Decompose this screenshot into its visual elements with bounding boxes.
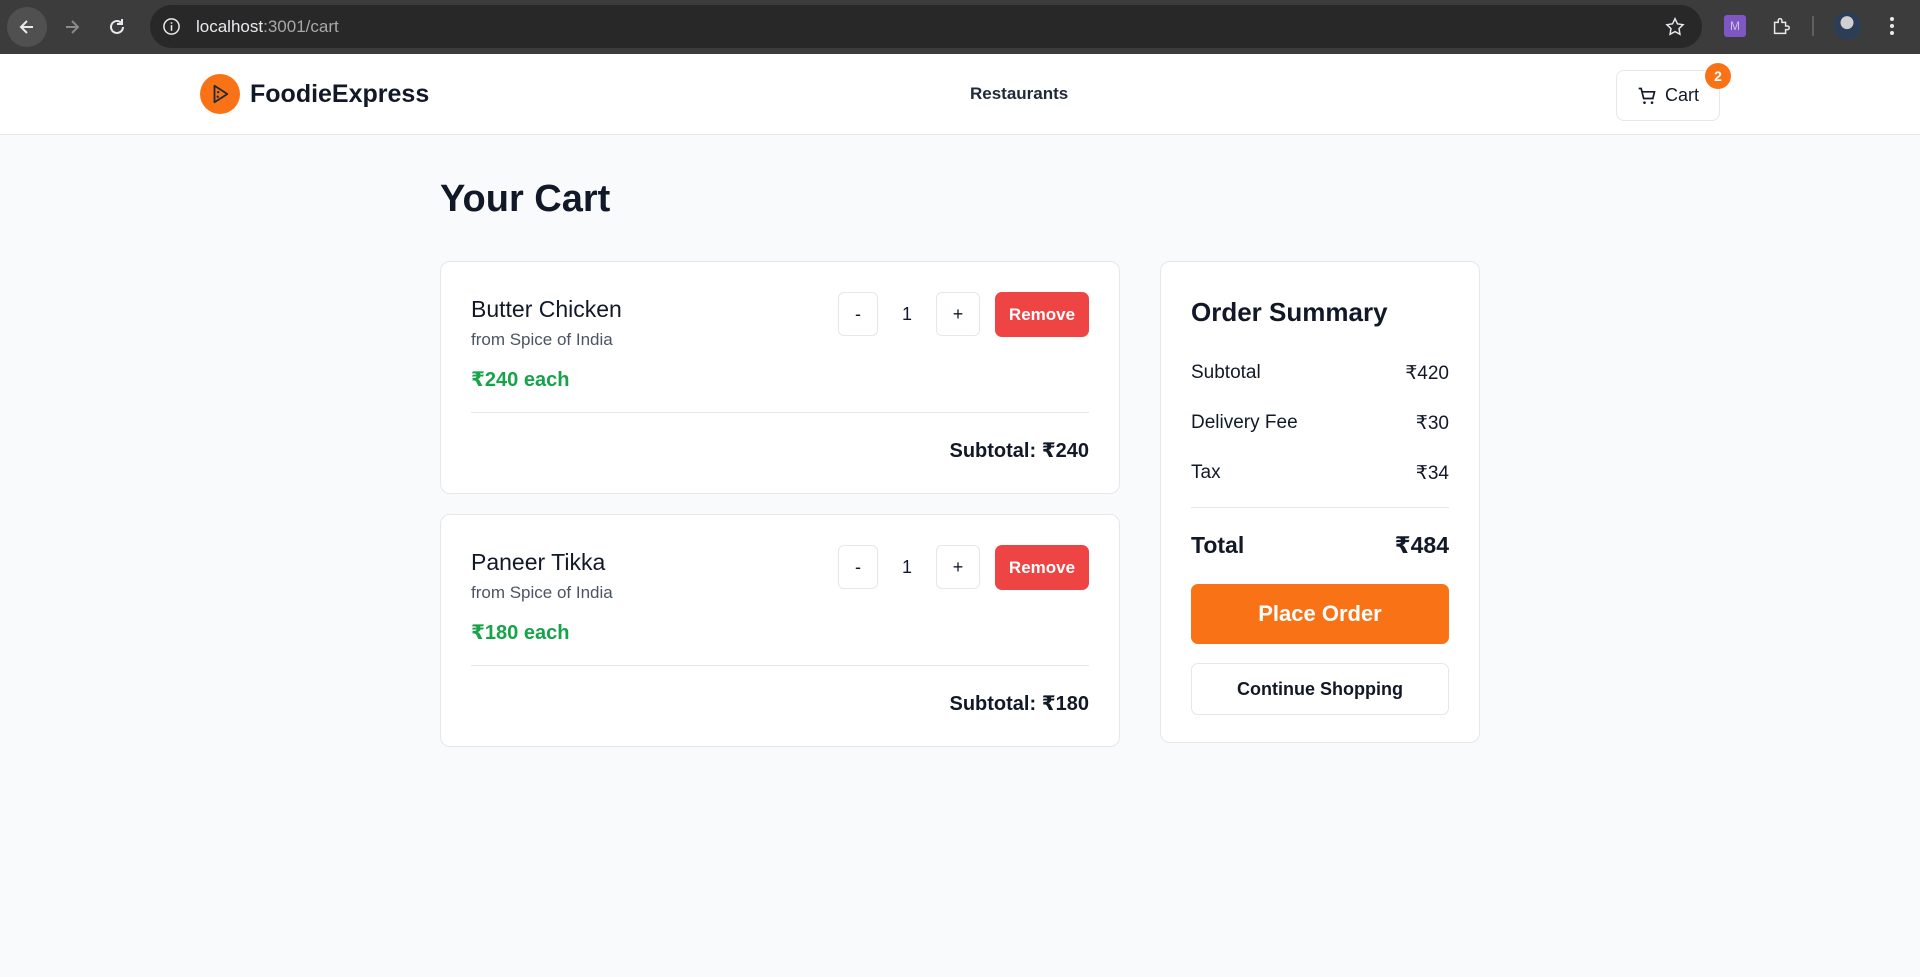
place-order-button[interactable]: Place Order (1191, 584, 1449, 644)
arrow-left-icon (19, 20, 33, 34)
brand-name: FoodieExpress (250, 79, 430, 108)
url-host: localhost (196, 17, 264, 36)
profile-avatar[interactable] (1833, 12, 1861, 40)
summary-tax-row: Tax ₹34 (1191, 462, 1449, 485)
quantity-value: 1 (901, 304, 912, 324)
item-subtotal: Subtotal: ₹180 (949, 693, 1090, 715)
toolbar-separator (1812, 16, 1814, 36)
quantity-value: 1 (901, 557, 912, 577)
pizza-logo-icon (200, 74, 240, 114)
remove-item-button[interactable]: Remove (995, 545, 1089, 590)
summary-tax-value: ₹34 (1415, 463, 1449, 484)
reload-button[interactable] (97, 7, 137, 47)
browser-toolbar: localhost:3001/cart M (0, 0, 1920, 54)
increase-quantity-button[interactable]: + (936, 545, 980, 589)
item-restaurant: from Spice of India (471, 330, 613, 349)
summary-delivery-label: Delivery Fee (1191, 412, 1298, 433)
extensions-puzzle-icon[interactable] (1770, 15, 1792, 37)
cart-item-card: Butter Chicken from Spice of India ₹240 … (440, 261, 1120, 494)
summary-total-row: Total ₹484 (1191, 532, 1449, 559)
address-bar[interactable]: localhost:3001/cart (150, 5, 1702, 48)
cart-label: Cart (1664, 85, 1699, 105)
summary-subtotal-value: ₹420 (1405, 363, 1449, 384)
item-unit-price: ₹240 each (471, 369, 570, 391)
order-summary-title: Order Summary (1191, 297, 1388, 327)
decrease-quantity-button[interactable]: - (838, 292, 878, 336)
forward-button[interactable] (52, 7, 92, 47)
remove-item-button[interactable]: Remove (995, 292, 1089, 337)
nav-restaurants-link[interactable]: Restaurants (970, 84, 1068, 104)
decrease-quantity-button[interactable]: - (838, 545, 878, 589)
divider (471, 665, 1089, 666)
divider (471, 412, 1089, 413)
cart-button[interactable]: Cart 2 (1616, 63, 1731, 121)
shopping-cart-icon (1638, 87, 1656, 104)
url-text[interactable]: localhost:3001/cart (196, 5, 339, 48)
item-restaurant: from Spice of India (471, 583, 613, 602)
bookmark-star-icon[interactable] (1664, 16, 1686, 38)
divider (1191, 507, 1449, 508)
summary-total-label: Total (1191, 532, 1245, 558)
extension-m-icon[interactable]: M (1724, 15, 1746, 37)
summary-delivery-row: Delivery Fee ₹30 (1191, 412, 1449, 435)
cart-item-card: Paneer Tikka from Spice of India ₹180 ea… (440, 514, 1120, 747)
site-header: FoodieExpress Restaurants Cart 2 (0, 54, 1920, 135)
item-subtotal: Subtotal: ₹240 (949, 440, 1090, 462)
summary-subtotal-label: Subtotal (1191, 362, 1261, 383)
more-vertical-icon[interactable] (1880, 14, 1904, 38)
summary-tax-label: Tax (1191, 462, 1221, 483)
cart-count-badge: 2 (1705, 63, 1731, 89)
back-button[interactable] (7, 7, 47, 47)
reload-icon (110, 19, 124, 34)
increase-quantity-button[interactable]: + (936, 292, 980, 336)
info-icon[interactable] (162, 17, 181, 36)
url-path: :3001/cart (263, 17, 339, 36)
summary-subtotal-row: Subtotal ₹420 (1191, 362, 1449, 385)
arrow-right-icon (66, 20, 80, 34)
item-name: Butter Chicken (471, 296, 622, 322)
order-summary-panel: Order Summary Subtotal ₹420 Delivery Fee… (1160, 261, 1480, 743)
continue-shopping-button[interactable]: Continue Shopping (1191, 663, 1449, 715)
summary-delivery-value: ₹30 (1415, 413, 1449, 434)
item-name: Paneer Tikka (471, 549, 606, 575)
summary-total-value: ₹484 (1394, 532, 1449, 558)
item-unit-price: ₹180 each (471, 622, 570, 644)
brand-logo-link[interactable]: FoodieExpress (200, 74, 429, 114)
page-title: Your Cart (440, 178, 611, 220)
